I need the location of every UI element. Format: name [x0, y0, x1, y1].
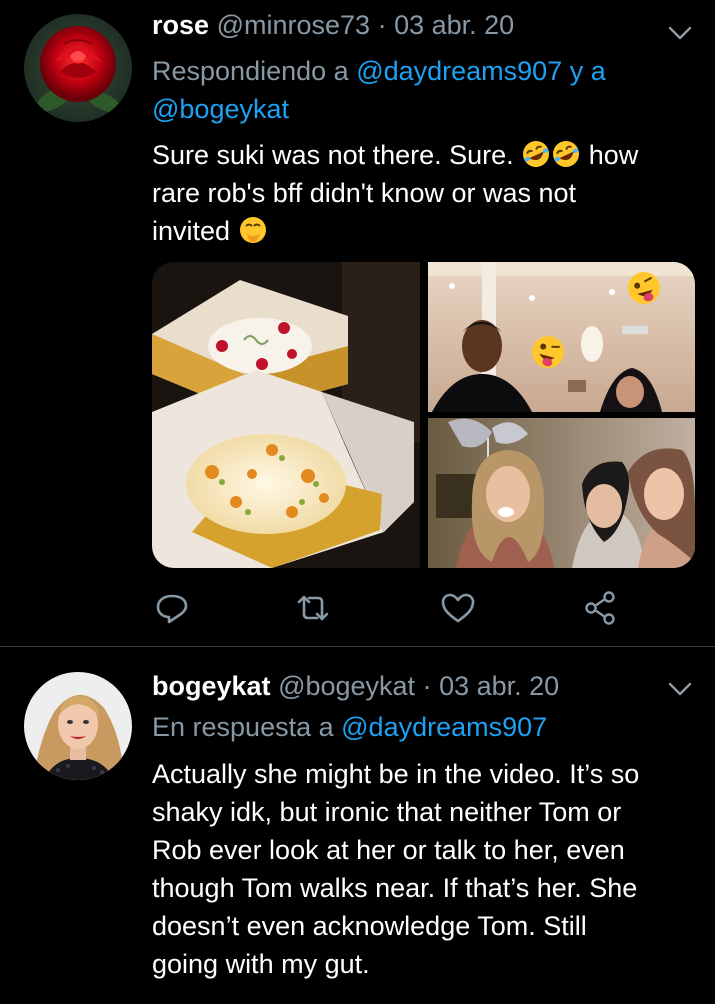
- reply-conjunction: y a: [569, 56, 606, 86]
- like-icon[interactable]: [438, 588, 478, 628]
- avatar-bogeykat[interactable]: [24, 672, 132, 780]
- tweet-text-line: shaky idk, but ironic that neither Tom o…: [152, 797, 622, 827]
- separator: ·: [377, 10, 387, 40]
- mention-daydreams907[interactable]: @daydreams907: [341, 712, 547, 742]
- tweet-1-actions: [152, 588, 622, 628]
- tweet-date[interactable]: 03 abr. 20: [394, 10, 514, 40]
- tweet-text-line: Sure suki was not there. Sure.: [152, 140, 514, 170]
- mention-bogeykat[interactable]: @bogeykat: [152, 94, 289, 124]
- tweet-2[interactable]: bogeykat @bogeykat · 03 abr. 20 En respu…: [0, 647, 715, 1004]
- reply-context: En respuesta a @daydreams907: [152, 708, 547, 746]
- party-photo-man[interactable]: [428, 262, 695, 412]
- party-photo-women[interactable]: [428, 418, 695, 568]
- tweet-text-line: invited: [152, 216, 231, 246]
- reply-icon[interactable]: [152, 588, 192, 628]
- bogeykat-avatar-image: [24, 672, 132, 780]
- mention-daydreams907[interactable]: @daydreams907: [356, 56, 562, 86]
- hand-over-mouth-emoji-icon: [239, 217, 266, 243]
- author-handle[interactable]: @minrose73: [217, 10, 370, 40]
- share-icon[interactable]: [580, 588, 620, 628]
- tweet-text-line: though Tom walks near. If that’s her. Sh…: [152, 873, 638, 903]
- tweet-text-line: doesn’t even acknowledge Tom. Still: [152, 911, 587, 941]
- avatar-rose[interactable]: [24, 14, 132, 122]
- tweet-text-line: Actually she might be in the video. It’s…: [152, 759, 640, 789]
- chevron-down-icon[interactable]: [665, 674, 695, 704]
- reply-prefix: Respondiendo a: [152, 56, 349, 86]
- cake-photo[interactable]: [152, 262, 420, 568]
- tweet-text: Actually she might be in the video. It’s…: [152, 755, 697, 983]
- rose-avatar-image: [24, 14, 132, 122]
- rolling-laughing-emoji-icon: [523, 141, 550, 167]
- tweet-1[interactable]: rose @minrose73 · 03 abr. 20 Respondiend…: [0, 0, 715, 646]
- author-name[interactable]: bogeykat: [152, 671, 271, 701]
- chevron-down-icon[interactable]: [665, 18, 695, 48]
- tweet-text-line: Rob ever look at her or talk to her, eve…: [152, 835, 625, 865]
- retweet-icon[interactable]: [293, 588, 333, 628]
- author-handle[interactable]: @bogeykat: [278, 671, 415, 701]
- tweet-text-line: rare rob's bff didn't know or was not: [152, 178, 577, 208]
- tweet-1-header: rose @minrose73 · 03 abr. 20: [152, 6, 514, 44]
- author-name[interactable]: rose: [152, 10, 209, 40]
- rolling-laughing-emoji-icon: [553, 141, 580, 167]
- reply-context: Respondiendo a @daydreams907 y a @bogeyk…: [152, 52, 606, 128]
- reply-prefix: En respuesta a: [152, 712, 334, 742]
- media-grid[interactable]: [152, 262, 695, 568]
- tweet-text-line: going with my gut.: [152, 949, 370, 979]
- tweet-text-line: how: [588, 140, 639, 170]
- tweet-text: Sure suki was not there. Sure. how rare …: [152, 136, 697, 250]
- tweet-2-header: bogeykat @bogeykat · 03 abr. 20: [152, 667, 559, 705]
- separator: ·: [422, 671, 432, 701]
- tweet-date[interactable]: 03 abr. 20: [439, 671, 559, 701]
